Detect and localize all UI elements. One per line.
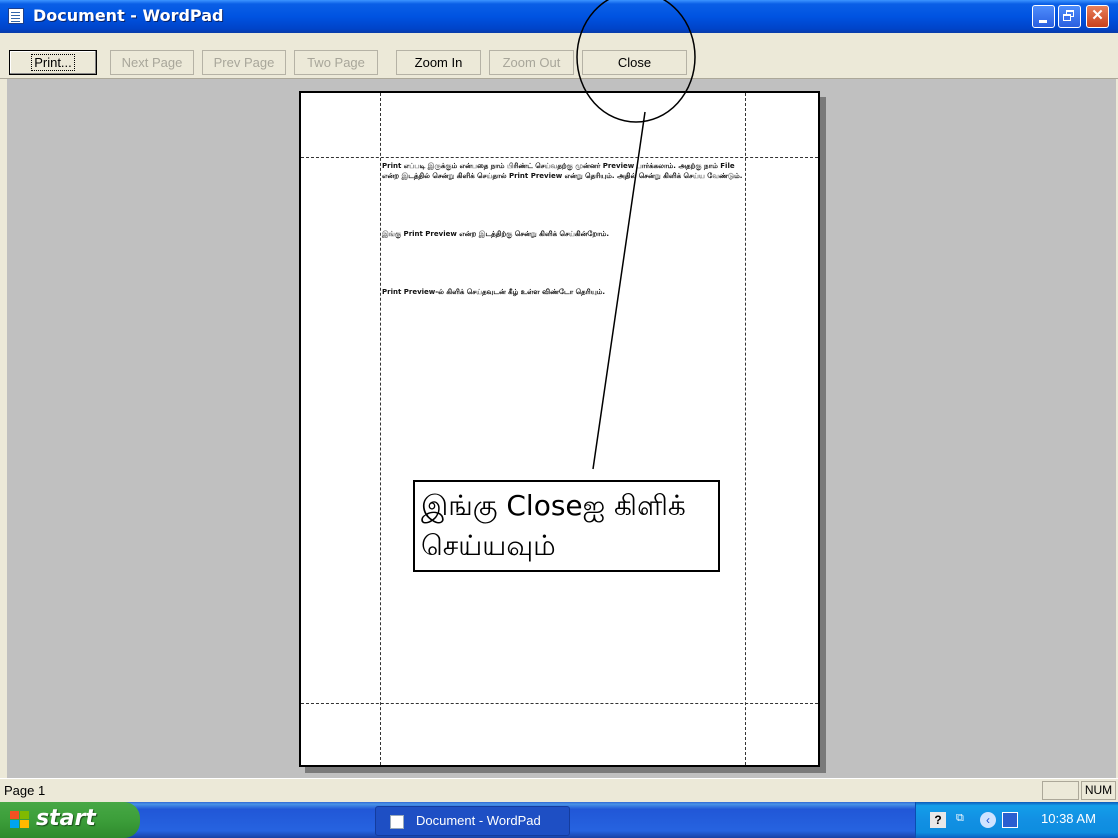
- highlight-circle: [576, 0, 696, 123]
- chevron-left-icon[interactable]: ‹: [980, 812, 996, 828]
- wordpad-icon: [390, 815, 404, 829]
- help-icon[interactable]: ?: [930, 812, 946, 828]
- windows-logo-icon: [10, 811, 30, 829]
- page-indicator: Page 1: [4, 783, 46, 798]
- taskbar: start Document - WordPad ? ⧉ ‹ 10:38 AM: [0, 802, 1118, 838]
- network-icon[interactable]: ⧉: [956, 812, 972, 828]
- status-panel-empty: [1042, 781, 1079, 800]
- app-tray-icon[interactable]: [1002, 812, 1018, 828]
- start-label: start: [36, 806, 96, 831]
- annotation-overlay: [576, 0, 696, 470]
- system-tray: ? ⧉ ‹ 10:38 AM: [915, 802, 1118, 838]
- taskbar-item-wordpad[interactable]: Document - WordPad: [375, 806, 570, 836]
- instruction-callout: இங்கு Closeஐ கிளிக் செய்யவும்: [413, 480, 720, 572]
- clock[interactable]: 10:38 AM: [1041, 811, 1096, 826]
- num-lock-indicator: NUM: [1081, 781, 1116, 800]
- start-button[interactable]: start: [0, 802, 140, 838]
- pointer-line: [592, 111, 646, 470]
- status-bar: Page 1 NUM: [0, 778, 1118, 802]
